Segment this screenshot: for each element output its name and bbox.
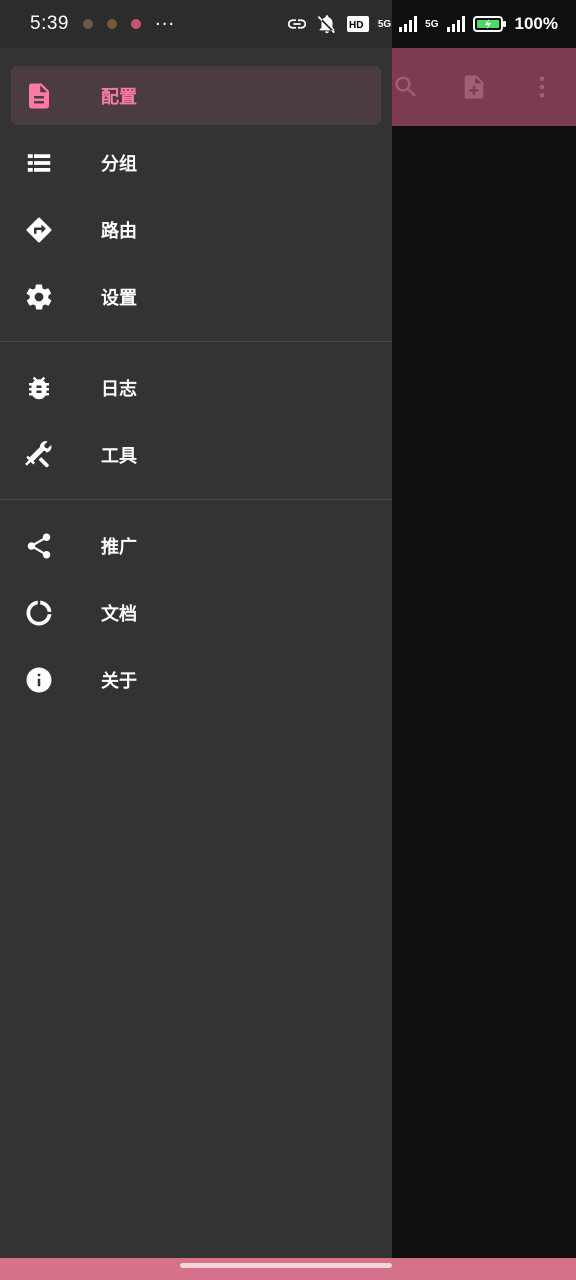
share-icon xyxy=(23,530,55,562)
route-sign-icon xyxy=(23,214,55,246)
tools-icon xyxy=(23,439,55,471)
menu-item-share[interactable]: 推广 xyxy=(0,512,392,579)
add-file-button[interactable] xyxy=(440,48,508,126)
circle-progress-icon xyxy=(23,597,55,629)
search-icon xyxy=(395,76,416,97)
menu-item-settings[interactable]: 设置 xyxy=(0,263,392,330)
more-notifications-icon: ··· xyxy=(154,13,176,35)
menu-item-about[interactable]: 关于 xyxy=(0,646,392,713)
alarm-off-icon xyxy=(317,15,335,34)
toolbar-actions xyxy=(372,48,576,126)
status-bar: 5:39 ··· HD 5G 5G 100% xyxy=(0,0,576,48)
battery-percentage: 100% xyxy=(514,14,558,33)
navigation-drawer: 配置 分组 路由 设置 日志 工具 推广 文档 关于 xyxy=(0,0,392,1258)
drawer-divider xyxy=(0,341,392,342)
menu-label: 日志 xyxy=(101,378,137,400)
signal-icon-1 xyxy=(399,16,418,32)
menu-item-logs[interactable]: 日志 xyxy=(0,354,392,421)
status-right: HD 5G 5G 100% xyxy=(286,13,558,35)
menu-item-tools[interactable]: 工具 xyxy=(0,421,392,488)
menu-item-docs[interactable]: 文档 xyxy=(0,579,392,646)
network-type-1: 5G xyxy=(377,18,392,30)
status-left: 5:39 ··· xyxy=(30,13,286,35)
more-vert-icon xyxy=(539,76,545,98)
menu-label: 关于 xyxy=(101,670,137,692)
file-document-icon xyxy=(23,80,55,112)
menu-label: 工具 xyxy=(101,445,137,467)
more-options-button[interactable] xyxy=(508,48,576,126)
home-notification-icon xyxy=(82,19,93,29)
add-file-icon xyxy=(464,75,484,99)
bug-icon xyxy=(23,372,55,404)
menu-label: 文档 xyxy=(101,603,137,625)
menu-item-route[interactable]: 路由 xyxy=(0,196,392,263)
link-icon xyxy=(287,19,306,29)
status-time: 5:39 xyxy=(30,13,69,34)
drawer-menu: 配置 分组 路由 设置 日志 工具 推广 文档 关于 xyxy=(0,62,392,713)
system-navigation-bar xyxy=(0,1258,576,1280)
signal-icon-2 xyxy=(446,16,465,32)
menu-label: 路由 xyxy=(101,220,137,242)
menu-label: 配置 xyxy=(101,86,137,108)
gear-icon xyxy=(23,281,55,313)
menu-label: 推广 xyxy=(101,536,137,558)
badge-notification-icon xyxy=(130,19,141,29)
screen: 配置 分组 路由 设置 日志 工具 推广 文档 关于 5:39 ··· HD 5… xyxy=(0,0,576,1280)
app-notification-icon xyxy=(106,19,117,29)
list-icon xyxy=(23,147,55,179)
menu-label: 设置 xyxy=(101,287,137,309)
menu-label: 分组 xyxy=(101,153,137,175)
battery-charging-icon xyxy=(472,16,506,32)
gesture-handle[interactable] xyxy=(180,1263,392,1268)
drawer-divider xyxy=(0,499,392,500)
menu-item-groups[interactable]: 分组 xyxy=(0,129,392,196)
svg-text:HD: HD xyxy=(349,20,363,31)
network-type-2: 5G xyxy=(425,18,439,30)
menu-item-profiles[interactable]: 配置 xyxy=(0,62,392,129)
hd-icon: HD xyxy=(346,16,369,32)
info-icon xyxy=(23,664,55,696)
